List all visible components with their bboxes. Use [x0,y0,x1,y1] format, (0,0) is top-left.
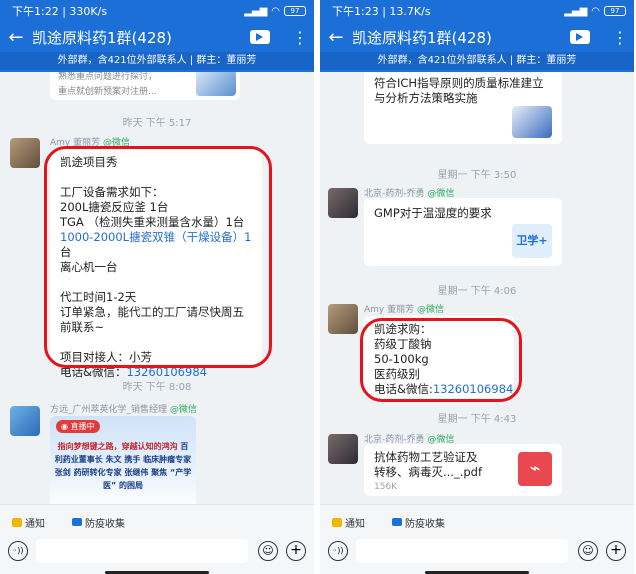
input-row: ◦)) ☺ + [320,537,634,565]
title-bar: ← 凯途原料药1群(428) ⋮ [320,22,634,52]
bottom-bar: 通知 防疫收集 ◦)) ☺ + [0,504,314,574]
status-bar: 下午1:22 | 330K/s ▂▄▆ ◠ 97 [0,0,314,22]
wechat-tag: @微信 [417,305,445,315]
megaphone-icon [332,517,342,527]
epidemic-collect-button[interactable]: 防疫收集 [392,513,445,531]
message-input[interactable] [356,539,568,563]
highlight-circle [44,146,272,368]
status-time: 下午1:22 [12,5,59,18]
avatar[interactable] [328,434,358,464]
timestamp: 星期一 下午 3:50 [437,170,517,181]
back-arrow-icon[interactable]: ← [0,27,32,48]
chat-messages[interactable]: 符合ICH指导原则的质量标准建立 与分析方法策略实施 星期一 下午 3:50 北… [320,72,634,504]
input-row: ◦)) ☺ + [0,537,314,565]
right-phone-screen: 下午1:23 | 13.7K/s ▂▄▆ ◠ 97 ← 凯途原料药1群(428) ⋮… [320,0,634,574]
chat-title: 凯途原料药1群(428) [352,28,492,47]
network-speed: 13.7K/s [389,5,431,18]
folder-icon [72,518,82,526]
sender-name: Amy 董丽芳 @微信 [364,305,445,315]
title-bar: ← 凯途原料药1群(428) ⋮ [0,22,314,52]
more-options-icon[interactable]: ⋮ [610,28,630,47]
live-dot-icon: ◉ [61,422,68,431]
plus-icon[interactable]: + [286,541,306,561]
timestamp: 星期一 下午 4:43 [437,414,517,425]
article-thumbnail [512,106,552,138]
message-input[interactable] [36,539,248,563]
notice-button[interactable]: 通知 [332,513,365,531]
bottom-bar: 通知 防疫收集 ◦)) ☺ + [320,504,634,574]
wechat-tag: @微信 [169,405,197,415]
battery-icon: 97 [284,6,306,16]
voice-icon[interactable]: ◦)) [8,541,28,561]
header: 下午1:23 | 13.7K/s ▂▄▆ ◠ 97 ← 凯途原料药1群(428) ⋮… [320,0,634,72]
article-thumbnail [196,72,236,96]
signal-icon: ▂▄▆ [564,5,588,17]
live-badge: ◉ 直播中 [56,420,100,433]
timestamp: 星期一 下午 4:06 [437,286,517,297]
chat-messages[interactable]: 熟悉重点问题进行探讨， 重点就创新预案对注册... 昨天 下午 5:17 Amy… [0,72,314,504]
avatar[interactable] [328,188,358,218]
previous-message-fragment[interactable]: 熟悉重点问题进行探讨， 重点就创新预案对注册... [50,72,240,100]
article-title: GMP对于温湿度的要求 [374,206,492,220]
group-info: 外部群，含421位外部联系人 | 群主：董丽芳 [320,52,634,70]
more-options-icon[interactable]: ⋮ [290,28,310,47]
avatar[interactable] [328,304,358,334]
article-thumbnail: 卫学+ [512,224,552,258]
file-card[interactable]: 抗体药物工艺验证及 转移、病毒灭..._.pdf 156K ⌁ [364,444,562,496]
sender-name: 方远_广州萃英化学_销售经理 @微信 [50,405,197,415]
network-speed: 330K/s [69,5,108,18]
video-call-icon[interactable] [570,30,590,44]
live-stream-card[interactable]: ◉ 直播中 指向梦想键之路，穿越认知的鸿沟 百利药业董事长 朱文 携手 临床肿瘤… [50,416,196,504]
folder-icon [392,518,402,526]
header: 下午1:22 | 330K/s ▂▄▆ ◠ 97 ← 凯途原料药1群(428) ⋮ … [0,0,314,72]
back-arrow-icon[interactable]: ← [320,27,352,48]
video-call-icon[interactable] [250,30,270,44]
timestamp: 昨天 下午 5:17 [122,118,192,129]
left-phone-screen: 下午1:22 | 330K/s ▂▄▆ ◠ 97 ← 凯途原料药1群(428) ⋮ … [0,0,314,574]
avatar[interactable] [10,406,40,436]
highlight-circle [360,318,522,402]
epidemic-collect-button[interactable]: 防疫收集 [72,513,125,531]
article-card[interactable]: GMP对于温湿度的要求 卫学+ [364,198,562,266]
megaphone-icon [12,517,22,527]
poster-text: 指向梦想键之路，穿越认知的鸿沟 百利药业董事长 朱文 携手 临床肿瘤专家 张剑 … [54,442,192,490]
avatar[interactable] [10,138,40,168]
pdf-icon: ⌁ [518,452,552,486]
timestamp: 昨天 下午 8:08 [122,382,192,393]
signal-icon: ▂▄▆ [244,5,268,17]
notice-button[interactable]: 通知 [12,513,45,531]
wifi-icon: ◠ [271,5,280,17]
article-title-line: 符合ICH指导原则的质量标准建立 [374,76,544,90]
article-card[interactable]: 符合ICH指导原则的质量标准建立 与分析方法策略实施 [364,72,562,144]
group-info: 外部群，含421位外部联系人 | 群主：董丽芳 [0,52,314,70]
status-bar: 下午1:23 | 13.7K/s ▂▄▆ ◠ 97 [320,0,634,22]
battery-icon: 97 [604,6,626,16]
chat-title: 凯途原料药1群(428) [32,28,172,47]
status-time: 下午1:23 [332,5,379,18]
voice-icon[interactable]: ◦)) [328,541,348,561]
article-title-line: 与分析方法策略实施 [374,91,478,105]
emoji-icon[interactable]: ☺ [578,541,598,561]
emoji-icon[interactable]: ☺ [258,541,278,561]
plus-icon[interactable]: + [606,541,626,561]
wifi-icon: ◠ [591,5,600,17]
